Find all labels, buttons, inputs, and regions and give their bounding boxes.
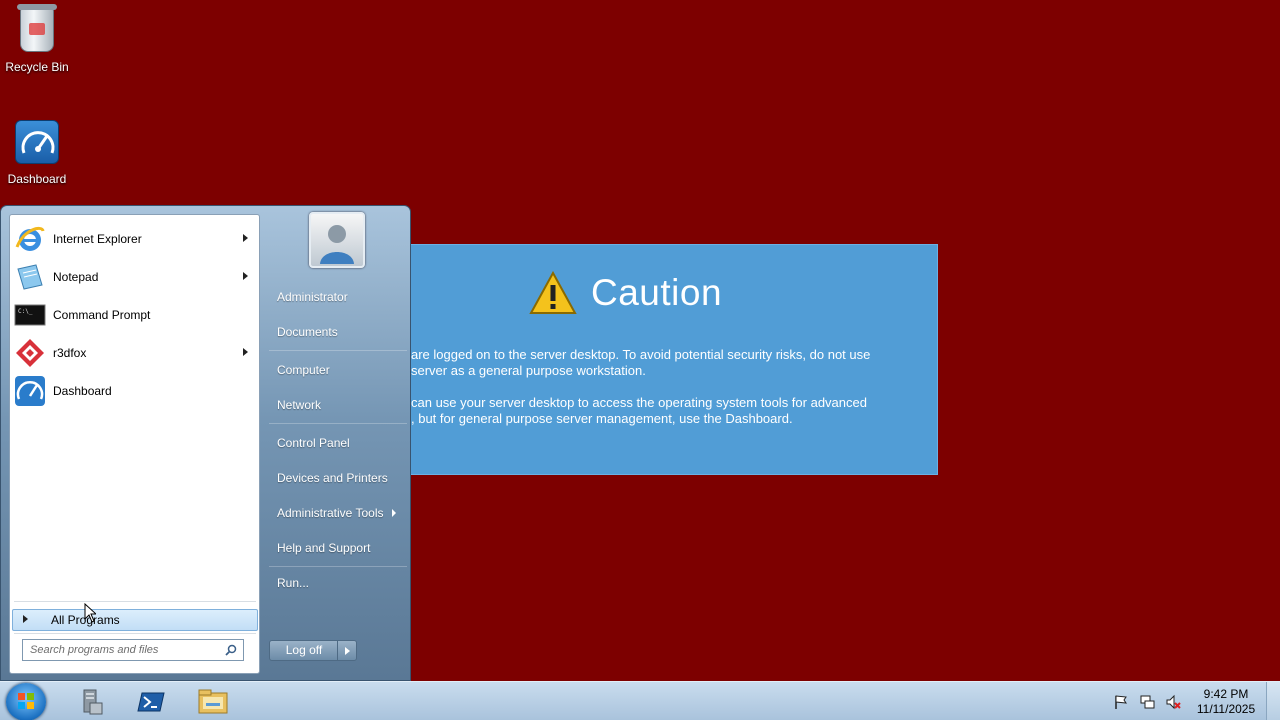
warning-icon (529, 271, 577, 314)
start-link-help-and-support[interactable]: Help and Support (277, 541, 370, 555)
start-link-computer[interactable]: Computer (277, 363, 330, 377)
notepad-icon (17, 264, 43, 290)
separator (269, 423, 407, 424)
submenu-arrow-icon[interactable] (243, 272, 248, 280)
action-center-flag-icon[interactable] (1113, 694, 1129, 710)
start-item-command-prompt[interactable]: C:\_ Command Prompt (12, 297, 258, 333)
network-icon[interactable] (1139, 694, 1155, 710)
desktop-icon-label: Dashboard (7, 172, 67, 186)
user-avatar[interactable] (309, 212, 365, 268)
start-button[interactable] (6, 683, 46, 720)
dashboard-icon (13, 120, 61, 168)
taskbar-clock[interactable]: 9:42 PM 11/11/2025 (1186, 687, 1266, 717)
volume-muted-icon[interactable] (1165, 694, 1181, 710)
desktop-icon-dashboard[interactable]: Dashboard (0, 120, 74, 186)
start-item-notepad[interactable]: Notepad (12, 259, 258, 295)
separator (14, 633, 256, 634)
search-icon[interactable] (225, 644, 237, 656)
caution-heading: Caution (529, 271, 722, 315)
powershell-icon (137, 692, 165, 712)
submenu-arrow-icon[interactable] (243, 234, 248, 242)
log-off-button[interactable]: Log off (269, 640, 339, 661)
submenu-arrow-icon[interactable] (243, 348, 248, 356)
start-menu-programs-pane: Internet Explorer Notepad C:\_ Command P… (9, 214, 260, 674)
clock-date: 11/11/2025 (1196, 701, 1256, 716)
caution-paragraph-1: are logged on to the server desktop. To … (411, 347, 871, 378)
desktop-icon-label: Recycle Bin (5, 60, 69, 74)
taskbar-file-explorer[interactable] (188, 684, 238, 720)
start-link-administrative-tools[interactable]: Administrative Tools (277, 506, 396, 520)
mouse-cursor-icon (84, 603, 96, 623)
command-prompt-icon: C:\_ (14, 304, 46, 326)
start-link-administrator[interactable]: Administrator (277, 290, 348, 304)
start-item-internet-explorer[interactable]: Internet Explorer (12, 221, 258, 257)
system-tray: 9:42 PM 11/11/2025 (1108, 682, 1280, 720)
all-programs-button[interactable]: All Programs (12, 609, 258, 631)
separator (14, 601, 256, 602)
file-explorer-icon (198, 689, 228, 714)
start-link-run[interactable]: Run... (277, 576, 309, 590)
server-manager-icon (83, 689, 103, 715)
start-menu-places-pane: Administrator Documents Computer Network… (263, 206, 411, 682)
start-link-devices-and-printers[interactable]: Devices and Printers (277, 471, 388, 485)
shutdown-options-arrow-icon[interactable] (337, 640, 357, 661)
separator (269, 350, 407, 351)
caution-title: Caution (591, 272, 723, 313)
taskbar-server-manager[interactable] (66, 684, 116, 720)
dashboard-icon (15, 376, 45, 406)
windows-logo-icon (18, 693, 34, 709)
start-item-r3dfox[interactable]: r3dfox (12, 335, 258, 371)
svg-text:C:\_: C:\_ (18, 308, 33, 315)
start-link-network[interactable]: Network (277, 398, 321, 412)
taskbar: 9:42 PM 11/11/2025 (0, 681, 1280, 720)
start-link-control-panel[interactable]: Control Panel (277, 436, 350, 450)
taskbar-powershell[interactable] (126, 684, 176, 720)
start-item-dashboard[interactable]: Dashboard (12, 373, 258, 409)
clock-time: 9:42 PM (1203, 686, 1249, 701)
show-desktop-button[interactable] (1266, 682, 1280, 720)
submenu-arrow-icon (391, 509, 396, 517)
caution-dialog: Caution are logged on to the server desk… (410, 244, 938, 475)
chevron-right-icon (23, 615, 28, 623)
recycle-bin-icon (13, 4, 61, 56)
start-link-documents[interactable]: Documents (277, 325, 338, 339)
internet-explorer-icon (15, 226, 45, 251)
caution-paragraph-2: can use your server desktop to access th… (411, 395, 867, 426)
desktop-icon-recycle-bin[interactable]: Recycle Bin (0, 4, 74, 74)
start-menu: Internet Explorer Notepad C:\_ Command P… (0, 205, 411, 681)
separator (269, 566, 407, 567)
r3dfox-icon (16, 339, 44, 367)
search-input[interactable] (22, 639, 244, 661)
